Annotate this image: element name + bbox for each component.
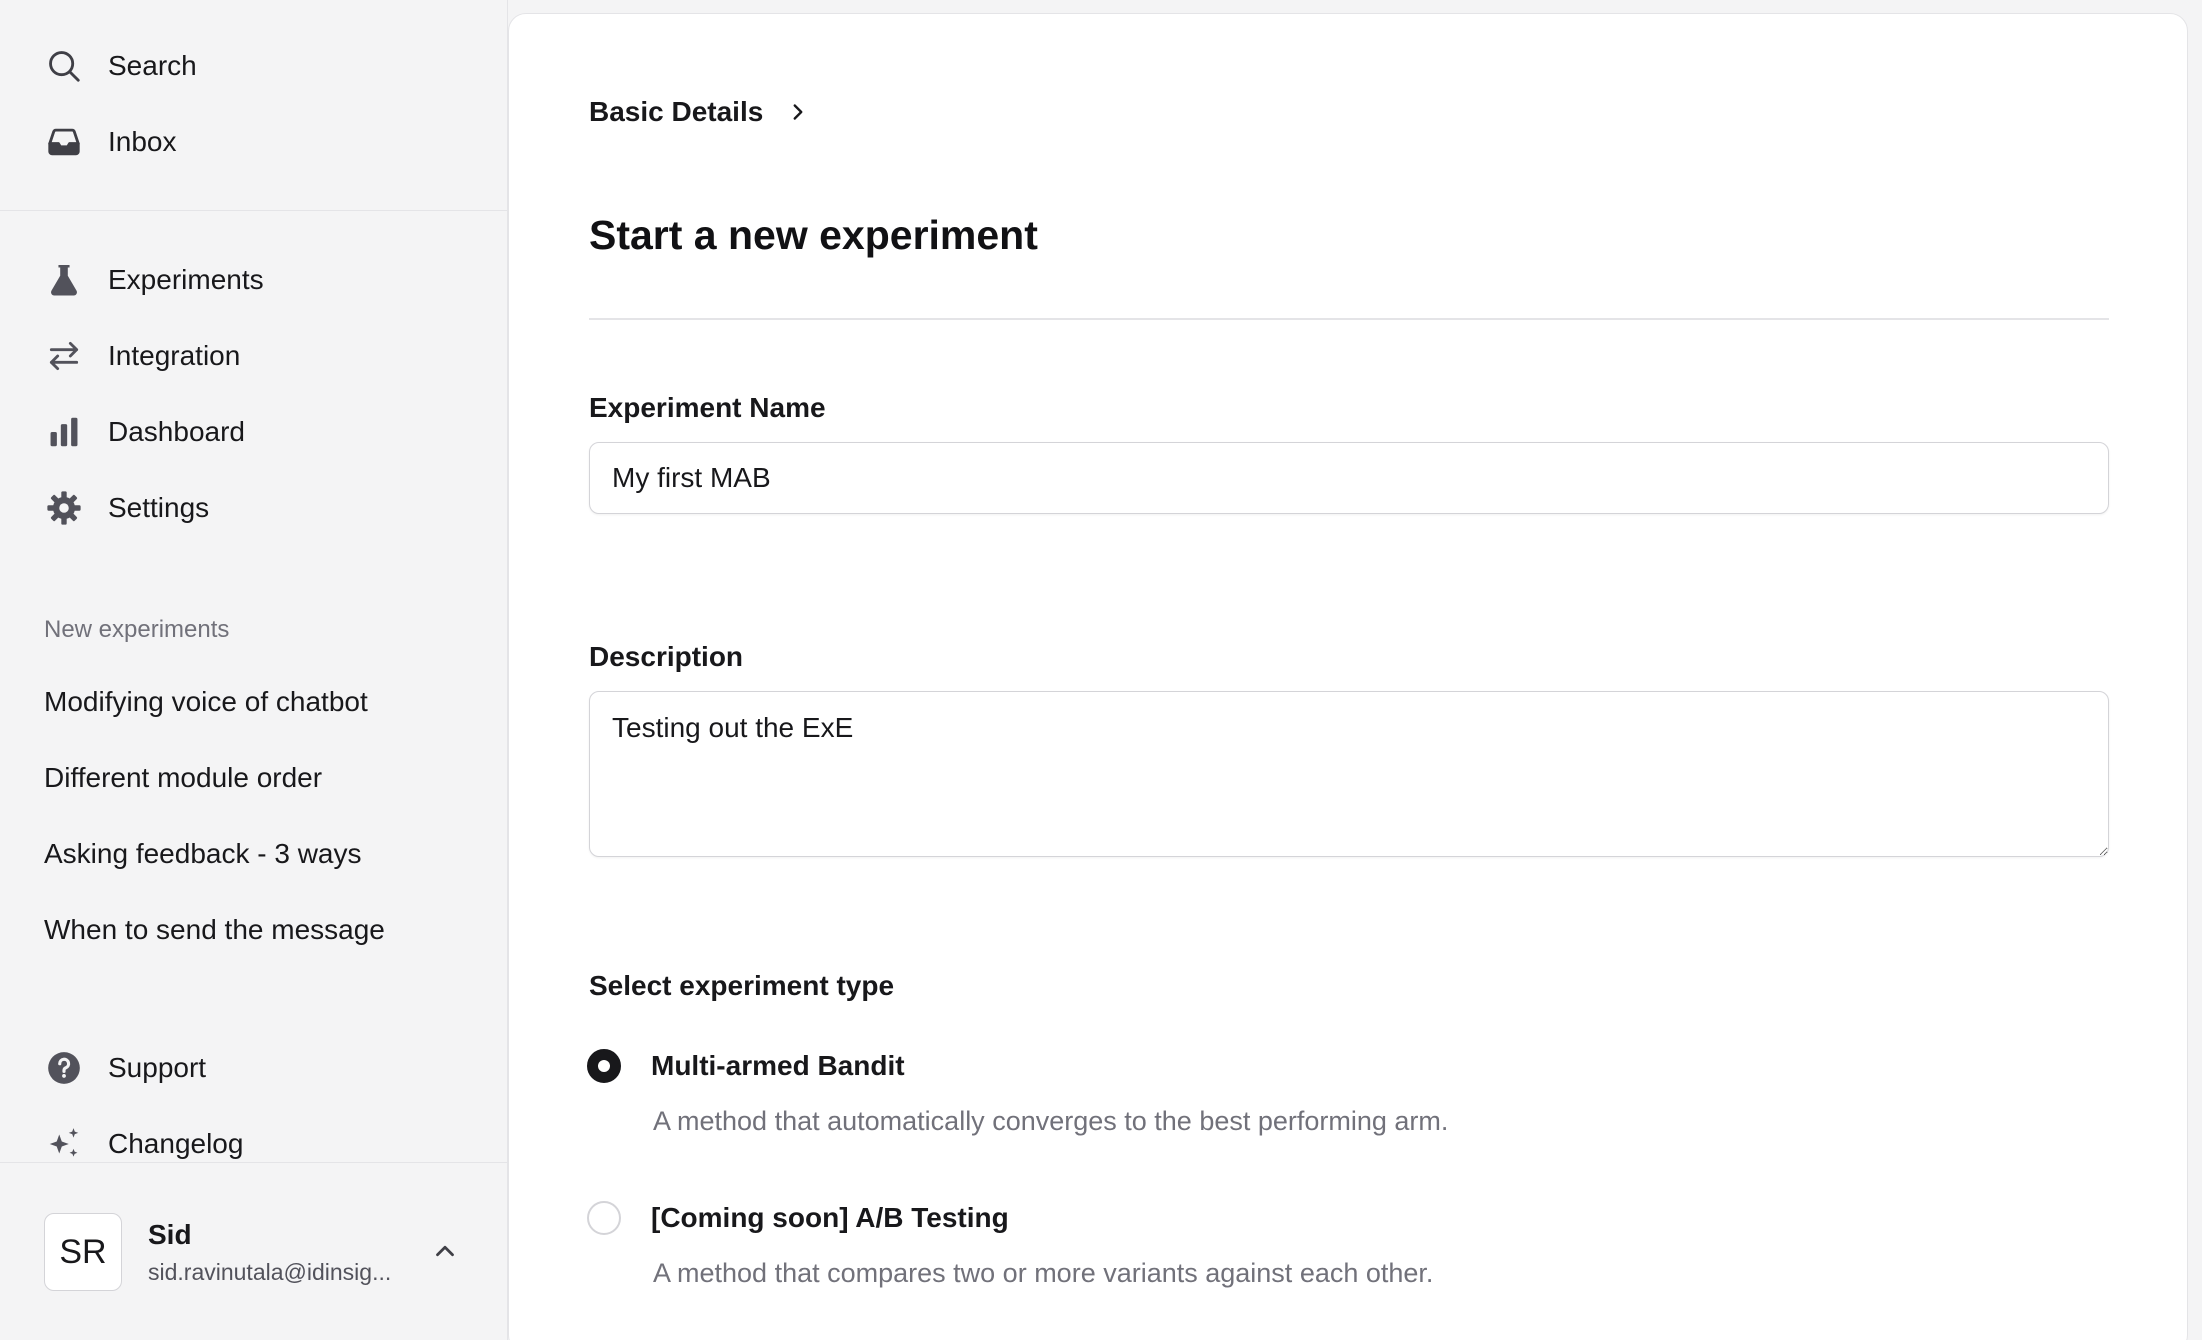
experiment-name-input[interactable] [589,442,2109,514]
option-description: A method that compares two or more varia… [653,1258,1434,1288]
search-icon [44,46,84,86]
description-textarea[interactable]: Testing out the ExE [589,691,2109,857]
option-label: [Coming soon] A/B Testing [651,1202,1009,1233]
nav-label-changelog: Changelog [108,1128,244,1159]
description-label: Description [589,641,744,672]
experiment-type-option-mab[interactable]: Multi-armed Bandit [587,1049,905,1083]
gear-icon [44,488,84,528]
experiment-type-label: Select experiment type [589,970,895,1001]
user-email: sid.ravinutala@idinsig... [148,1258,392,1285]
radio-button[interactable] [587,1201,621,1235]
nav-item-integration[interactable]: Integration [44,328,240,384]
page-title: Start a new experiment [589,212,1038,258]
nav-item-experiments[interactable]: Experiments [44,252,264,308]
user-name: Sid [148,1218,192,1250]
flask-icon [44,260,84,300]
nav-item-search[interactable]: Search [44,38,197,94]
nav-item-support[interactable]: Support [44,1040,206,1096]
chevron-right-icon [793,104,803,120]
breadcrumb[interactable]: Basic Details [589,96,811,128]
new-experiments-heading: New experiments [44,616,230,643]
nav-label-search: Search [108,50,197,81]
experiment-link[interactable]: Asking feedback - 3 ways [44,838,362,870]
title-divider [589,318,2109,320]
nav-label-support: Support [108,1052,207,1083]
help-circle-icon [44,1048,84,1088]
main-panel: Basic Details Start a new experiment Exp… [508,13,2188,1340]
nav-item-settings[interactable]: Settings [44,480,209,536]
experiment-link[interactable]: Different module order [44,762,322,794]
nav-label-settings: Settings [108,492,210,523]
arrows-exchange-icon [44,336,84,376]
experiment-name-label: Experiment Name [589,392,826,423]
app-root: Search Inbox Experiments Integration Das… [0,0,2202,1340]
nav-label-inbox: Inbox [108,126,177,157]
breadcrumb-item[interactable]: Basic Details [589,96,763,128]
sidebar-divider [0,210,507,211]
sidebar: Search Inbox Experiments Integration Das… [0,0,508,1340]
sparkles-icon [44,1124,84,1164]
option-description: A method that automatically converges to… [653,1106,1449,1136]
experiment-type-option-ab[interactable]: [Coming soon] A/B Testing [587,1201,1009,1235]
user-menu[interactable]: SR Sid sid.ravinutala@idinsig... [44,1212,464,1292]
nav-item-changelog[interactable]: Changelog [44,1116,243,1172]
inbox-icon [44,122,84,162]
radio-button-selected[interactable] [587,1049,621,1083]
nav-label-experiments: Experiments [108,264,264,295]
experiment-link[interactable]: Modifying voice of chatbot [44,686,368,718]
avatar: SR [44,1213,122,1291]
user-info: Sid sid.ravinutala@idinsig... [148,1219,410,1286]
experiment-link[interactable]: When to send the message [44,914,385,946]
nav-item-dashboard[interactable]: Dashboard [44,404,245,460]
nav-label-dashboard: Dashboard [108,416,245,447]
bar-chart-icon [44,412,84,452]
nav-label-integration: Integration [108,340,241,371]
nav-item-inbox[interactable]: Inbox [44,114,177,170]
chevron-up-icon[interactable] [430,1236,460,1266]
option-label: Multi-armed Bandit [651,1050,905,1081]
sidebar-footer-divider [0,1162,507,1163]
